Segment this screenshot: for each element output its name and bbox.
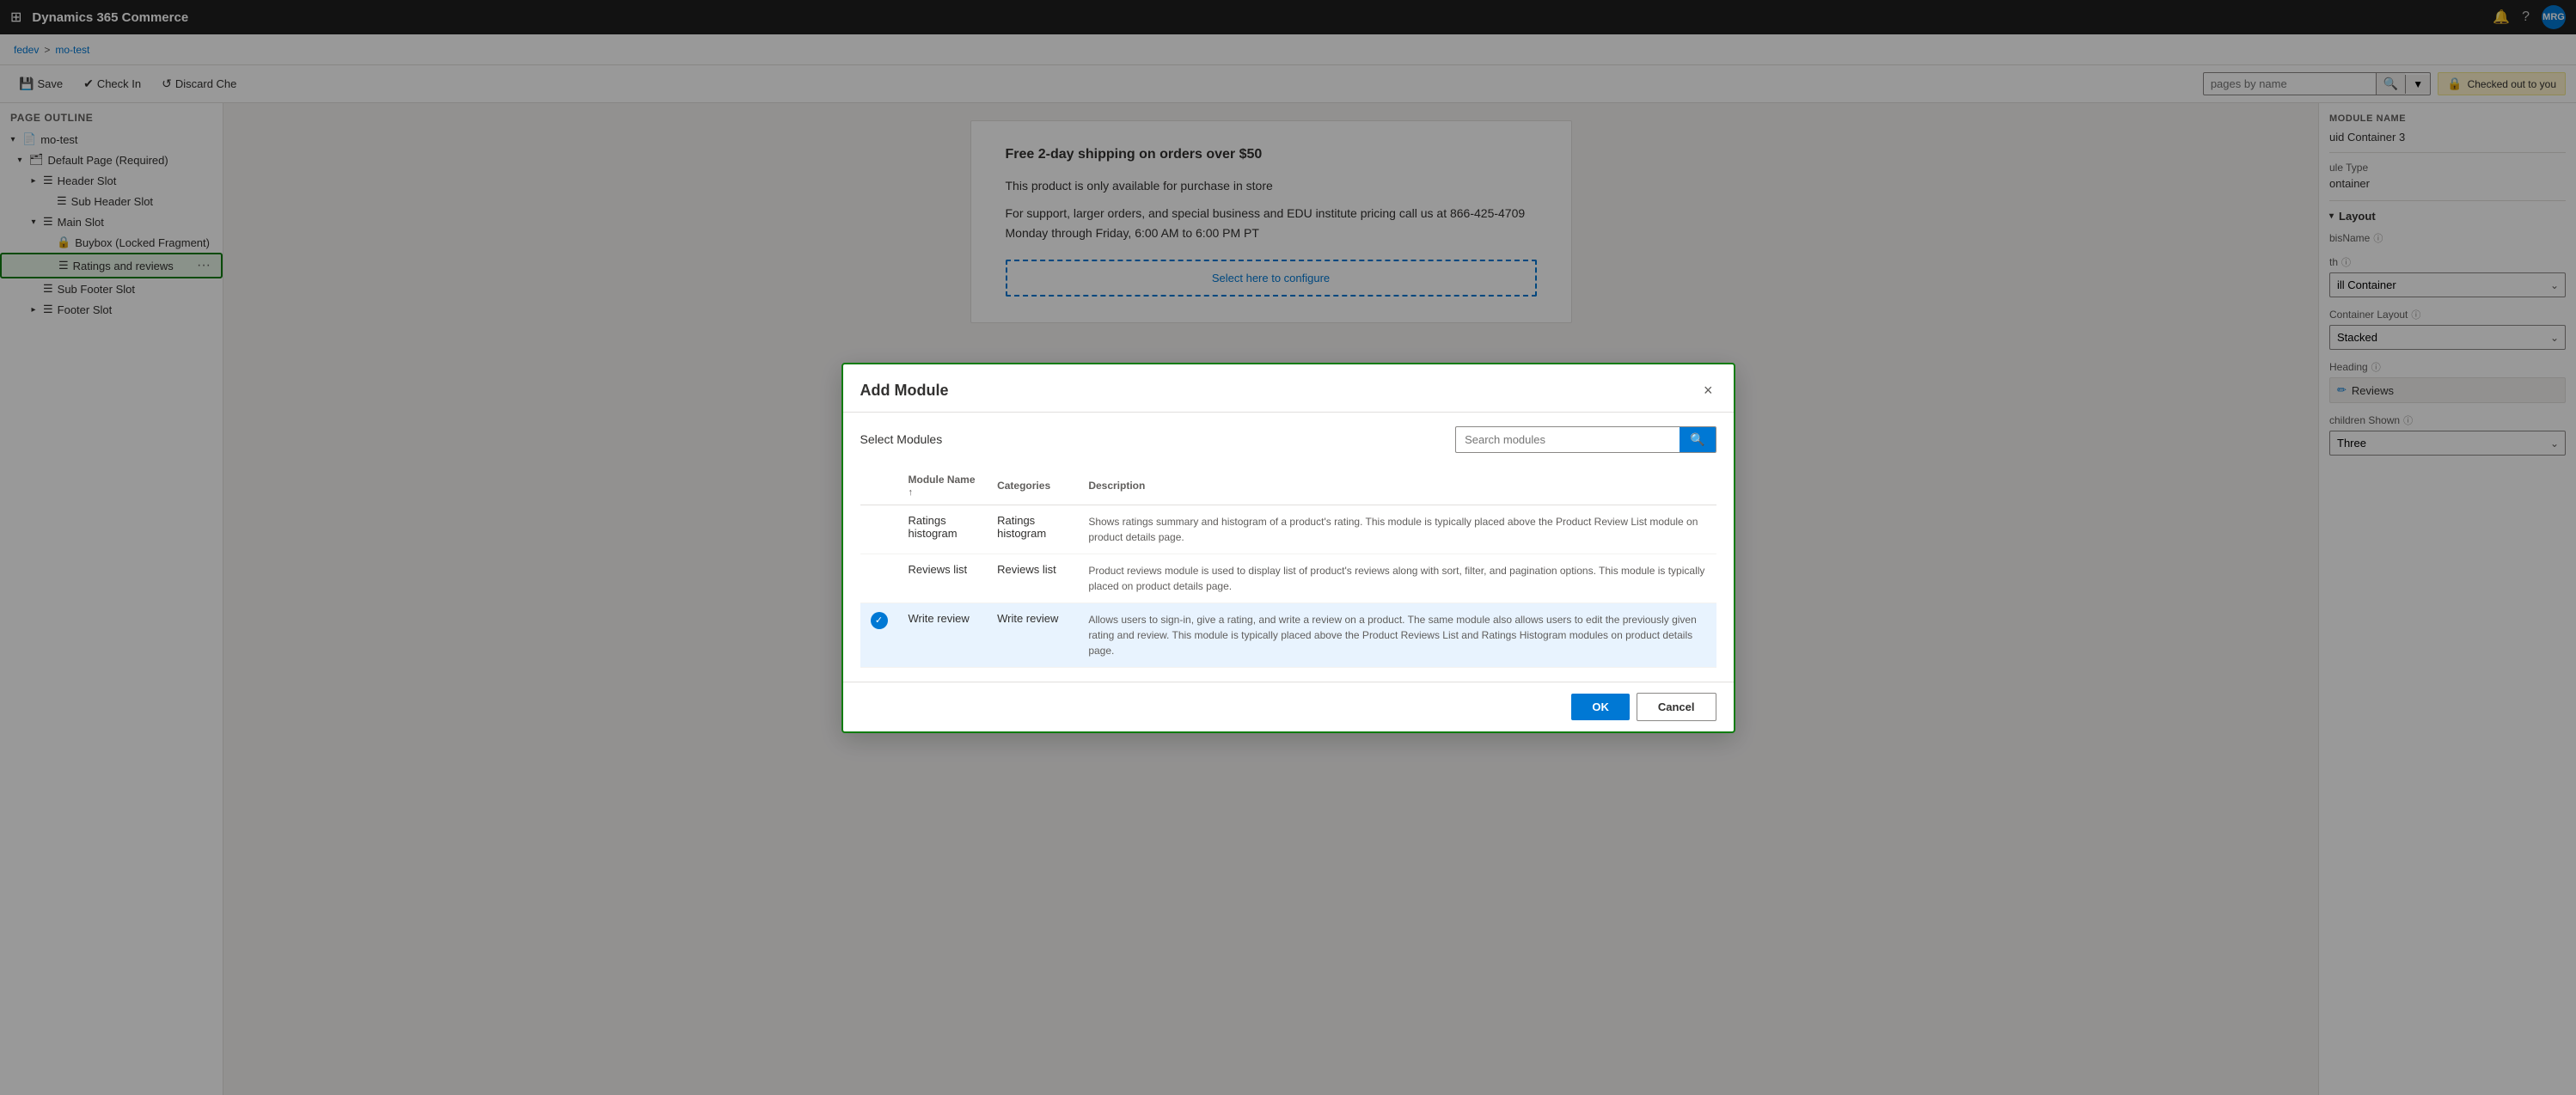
col-description: Description [1078,467,1716,505]
modal-search-wrapper: 🔍 [1455,426,1716,453]
module-desc-reviews-list: Product reviews module is used to displa… [1078,554,1716,603]
modal-search-input[interactable] [1456,428,1680,451]
ok-button[interactable]: OK [1571,694,1630,720]
table-row[interactable]: ✓ Write review Write review Allows users… [860,603,1716,667]
module-desc-write-review: Allows users to sign-in, give a rating, … [1078,603,1716,667]
module-name-reviews-list: Reviews list [898,554,988,603]
selected-check-icon: ✓ [871,612,888,629]
module-table: Module Name Categories Description Ratin… [860,467,1716,668]
modal-header: Add Module × [843,364,1734,413]
modal-body: Select Modules 🔍 Module Name Categories … [843,413,1734,682]
row-check-ratings-histogram [860,505,898,554]
module-categories-reviews-list: Reviews list [987,554,1078,603]
col-module-name[interactable]: Module Name [898,467,988,505]
cancel-button[interactable]: Cancel [1637,693,1716,721]
module-categories-ratings-histogram: Ratings histogram [987,505,1078,554]
row-check-reviews-list [860,554,898,603]
add-module-modal: Add Module × Select Modules 🔍 Module Nam… [841,363,1735,733]
modal-close-button[interactable]: × [1700,378,1716,403]
modal-search-button[interactable]: 🔍 [1680,427,1715,452]
table-row[interactable]: Reviews list Reviews list Product review… [860,554,1716,603]
table-row[interactable]: Ratings histogram Ratings histogram Show… [860,505,1716,554]
module-table-body: Ratings histogram Ratings histogram Show… [860,505,1716,667]
module-categories-write-review: Write review [987,603,1078,667]
module-name-write-review: Write review [898,603,988,667]
modal-top-bar: Select Modules 🔍 [860,426,1716,453]
select-modules-label: Select Modules [860,432,943,446]
module-desc-ratings-histogram: Shows ratings summary and histogram of a… [1078,505,1716,554]
table-header: Module Name Categories Description [860,467,1716,505]
modal-overlay: Add Module × Select Modules 🔍 Module Nam… [0,0,2576,1095]
modal-footer: OK Cancel [843,682,1734,731]
modal-title: Add Module [860,382,949,400]
col-check [860,467,898,505]
module-name-ratings-histogram: Ratings histogram [898,505,988,554]
col-categories: Categories [987,467,1078,505]
row-check-write-review: ✓ [860,603,898,667]
